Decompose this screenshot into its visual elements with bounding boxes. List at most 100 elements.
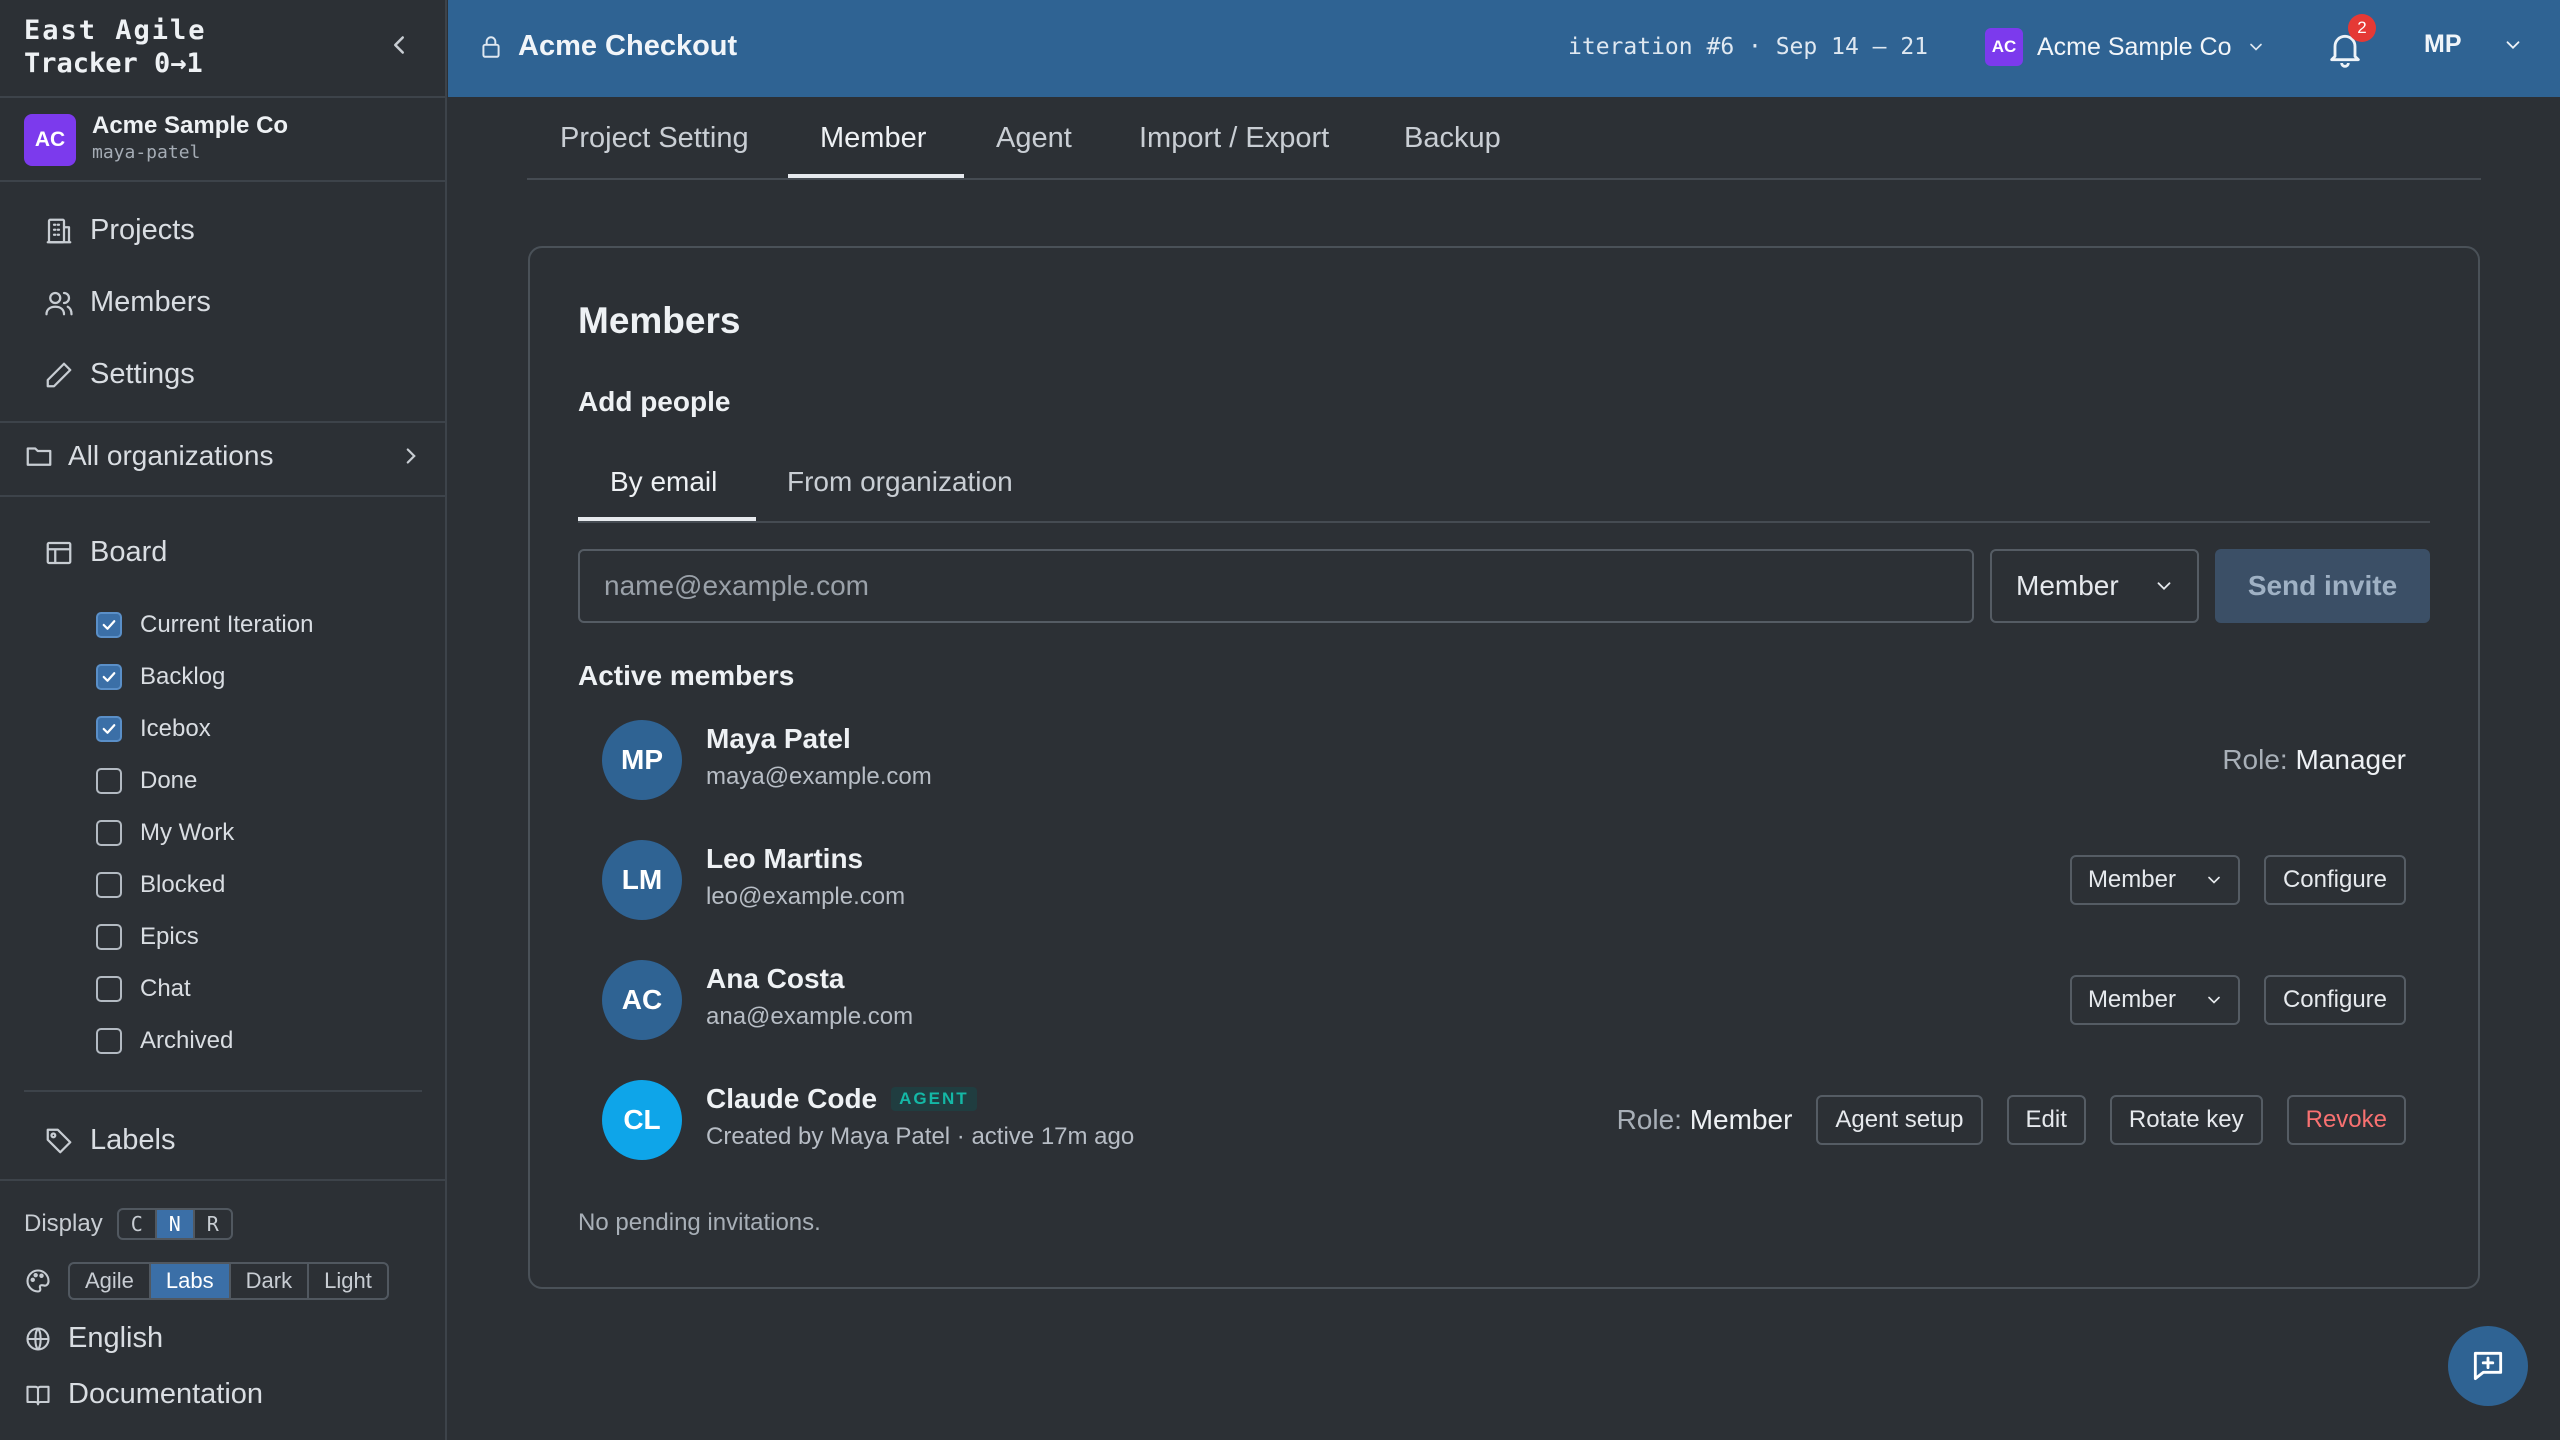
tab-backup[interactable]: Backup bbox=[1404, 122, 1501, 155]
project-title[interactable]: Acme Checkout bbox=[478, 30, 737, 63]
checkbox[interactable] bbox=[96, 716, 122, 742]
checkbox[interactable] bbox=[96, 1028, 122, 1054]
member-name: Leo Martins bbox=[706, 843, 863, 875]
board-item[interactable]: Current Iteration bbox=[96, 611, 313, 639]
agent-setup-button[interactable]: Agent setup bbox=[1816, 1095, 1983, 1145]
collapse-sidebar-button[interactable] bbox=[384, 30, 414, 60]
tab-agent[interactable]: Agent bbox=[996, 122, 1072, 155]
subtab-by-email[interactable]: By email bbox=[610, 466, 717, 498]
role-prefix: Role: bbox=[2222, 744, 2288, 775]
revoke-button[interactable]: Revoke bbox=[2286, 1095, 2406, 1145]
nav-labels[interactable]: Labels bbox=[44, 1124, 175, 1157]
page-title: Members bbox=[578, 300, 741, 341]
edit-button[interactable]: Edit bbox=[2006, 1095, 2086, 1145]
nav-members[interactable]: Members bbox=[44, 286, 211, 319]
member-email: ana@example.com bbox=[706, 1003, 914, 1030]
folder-icon bbox=[26, 447, 52, 466]
board-item[interactable]: Done bbox=[96, 767, 197, 795]
avatar: AC bbox=[602, 960, 682, 1040]
all-organizations-link[interactable]: All organizations bbox=[24, 440, 424, 472]
board-item-label: My Work bbox=[140, 819, 235, 846]
board-item-label: Archived bbox=[140, 1027, 234, 1054]
org-name[interactable]: Acme Sample Co bbox=[92, 112, 288, 140]
checkbox[interactable] bbox=[96, 976, 122, 1002]
documentation-link[interactable]: Documentation bbox=[24, 1378, 263, 1411]
checkbox[interactable] bbox=[96, 612, 122, 638]
board-item[interactable]: My Work bbox=[96, 819, 234, 847]
tab-member[interactable]: Member bbox=[820, 122, 926, 155]
check-icon bbox=[102, 672, 116, 682]
top-header: Acme Checkout iteration #6 · Sep 14 – 21… bbox=[448, 0, 2560, 97]
checkbox[interactable] bbox=[96, 924, 122, 950]
globe-icon bbox=[26, 1326, 50, 1351]
configure-button[interactable]: Configure bbox=[2263, 975, 2406, 1025]
board-item[interactable]: Backlog bbox=[96, 663, 225, 691]
brand-logo[interactable]: East Agile Tracker 0→1 bbox=[24, 14, 207, 80]
board-item-label: Icebox bbox=[140, 715, 211, 742]
member-name-text: Leo Martins bbox=[706, 843, 864, 874]
theme-option[interactable]: Agile bbox=[70, 1264, 151, 1298]
invite-role-select[interactable]: Member bbox=[1990, 549, 2199, 623]
member-role: Role: Member bbox=[1617, 1104, 1793, 1136]
member-role-select[interactable]: Member bbox=[2069, 975, 2240, 1025]
language-selector[interactable]: English bbox=[24, 1322, 163, 1355]
theme-toggle: Agile Labs Dark Light bbox=[68, 1262, 389, 1300]
agent-badge: AGENT bbox=[891, 1087, 977, 1111]
nav-settings[interactable]: Settings bbox=[44, 358, 195, 391]
theme-option[interactable]: Dark bbox=[231, 1264, 310, 1298]
theme-option[interactable]: Labs bbox=[150, 1264, 231, 1298]
display-option[interactable]: N bbox=[156, 1210, 195, 1238]
org-avatar[interactable]: AC bbox=[24, 114, 76, 166]
board-section-title[interactable]: Board bbox=[44, 536, 167, 569]
configure-button[interactable]: Configure bbox=[2263, 855, 2406, 905]
language-label: English bbox=[68, 1322, 164, 1354]
pending-invitations-text: No pending invitations. bbox=[578, 1209, 821, 1236]
org-switcher[interactable]: AC Acme Sample Co bbox=[1985, 28, 2266, 66]
tag-icon bbox=[46, 1128, 72, 1153]
member-actions: Role: Member Agent setup Edit Rotate key… bbox=[1617, 1075, 2406, 1165]
chevron-down-icon bbox=[2506, 40, 2519, 49]
board-item-label: Epics bbox=[140, 923, 199, 950]
checkbox[interactable] bbox=[96, 820, 122, 846]
divider bbox=[24, 1090, 422, 1092]
board-item[interactable]: Icebox bbox=[96, 715, 211, 743]
tab-project-setting[interactable]: Project Setting bbox=[560, 122, 749, 155]
palette-icon bbox=[26, 1269, 50, 1293]
send-invite-button[interactable]: Send invite bbox=[2215, 549, 2430, 623]
member-role-select[interactable]: Member bbox=[2069, 855, 2240, 905]
display-option[interactable]: C bbox=[119, 1210, 157, 1238]
member-name-text: Maya Patel bbox=[706, 723, 851, 754]
avatar: MP bbox=[602, 720, 682, 800]
rotate-key-button[interactable]: Rotate key bbox=[2109, 1095, 2263, 1145]
tab-import-export[interactable]: Import / Export bbox=[1139, 122, 1329, 155]
theme-option[interactable]: Light bbox=[309, 1264, 387, 1298]
divider bbox=[0, 1179, 447, 1181]
documentation-label: Documentation bbox=[68, 1378, 264, 1410]
chat-fab-button[interactable] bbox=[2448, 1326, 2528, 1406]
board-item[interactable]: Blocked bbox=[96, 871, 225, 899]
subtab-from-organization[interactable]: From organization bbox=[787, 466, 1013, 498]
layout-icon bbox=[46, 541, 72, 564]
member-name: Ana Costa bbox=[706, 963, 844, 995]
agent-created-info: Created by Maya Patel · active 17m ago bbox=[706, 1123, 1135, 1150]
display-mode-toggle: CNR bbox=[116, 1208, 233, 1240]
board-title-label: Board bbox=[90, 536, 168, 568]
board-item[interactable]: Chat bbox=[96, 975, 191, 1003]
invite-email-input[interactable] bbox=[578, 549, 1974, 623]
member-name: Maya Patel bbox=[706, 723, 851, 755]
chevron-down-icon bbox=[2208, 876, 2220, 884]
checkbox[interactable] bbox=[96, 768, 122, 794]
board-item[interactable]: Epics bbox=[96, 923, 199, 951]
display-option[interactable]: R bbox=[195, 1210, 231, 1238]
user-menu[interactable]: MP bbox=[2424, 30, 2524, 59]
checkbox[interactable] bbox=[96, 664, 122, 690]
board-item[interactable]: Archived bbox=[96, 1027, 233, 1055]
nav-projects[interactable]: Projects bbox=[44, 214, 195, 247]
brand-line2: Tracker 0→1 bbox=[24, 48, 203, 79]
users-icon bbox=[45, 291, 73, 315]
nav-members-label: Members bbox=[90, 286, 211, 318]
member-row: LM Leo Martins leo@example.com Member Co… bbox=[578, 835, 2430, 925]
all-organizations-label: All organizations bbox=[68, 440, 274, 471]
display-mode-row: Display CNR bbox=[24, 1208, 233, 1240]
checkbox[interactable] bbox=[96, 872, 122, 898]
